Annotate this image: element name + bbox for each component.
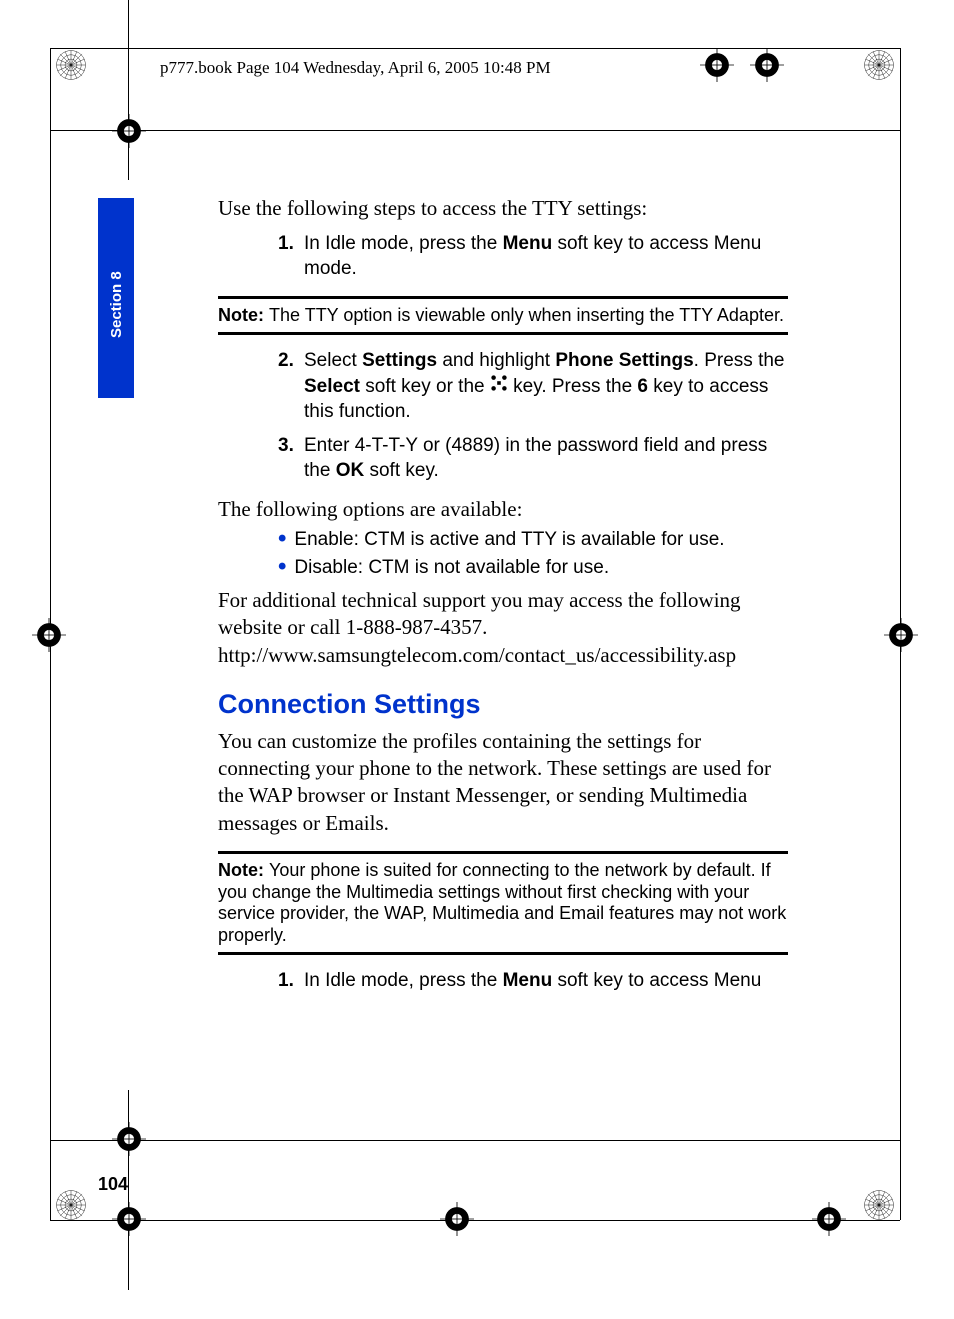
crop-inner-v2 — [128, 1090, 129, 1290]
step-number: 1. — [278, 969, 304, 994]
step-text: In Idle mode, press the Menu soft key to… — [304, 969, 761, 994]
registration-mark-icon — [112, 114, 146, 148]
step-c1: 1. In Idle mode, press the Menu soft key… — [218, 969, 788, 994]
sunburst-icon — [862, 48, 896, 82]
crop-inner-line-bottom — [50, 1140, 900, 1141]
step-number: 3. — [278, 434, 304, 483]
registration-mark-icon — [440, 1202, 474, 1236]
bullet-icon: • — [278, 557, 286, 577]
bullet-list: • Enable: CTM is active and TTY is avail… — [218, 529, 788, 579]
step-text: In Idle mode, press the Menu soft key to… — [304, 232, 788, 281]
step-text: Select Settings and highlight Phone Sett… — [304, 349, 788, 424]
step-3: 3. Enter 4-T-T-Y or (4889) in the passwo… — [218, 434, 788, 483]
step-number: 1. — [278, 232, 304, 281]
step-number: 2. — [278, 349, 304, 424]
sunburst-icon — [54, 48, 88, 82]
registration-mark-icon — [700, 48, 734, 82]
registration-mark-icon — [112, 1122, 146, 1156]
sunburst-icon — [54, 1188, 88, 1222]
section-heading: Connection Settings — [218, 689, 788, 720]
note-2: Note: Your phone is suited for connectin… — [218, 860, 788, 946]
step-1: 1. In Idle mode, press the Menu soft key… — [218, 232, 788, 281]
support-text: For additional technical support you may… — [218, 587, 788, 669]
crop-inner-line-top — [50, 130, 900, 131]
page-header: p777.book Page 104 Wednesday, April 6, 2… — [160, 58, 551, 78]
note-1: Note: The TTY option is viewable only wh… — [218, 305, 788, 327]
note-rule — [218, 952, 788, 955]
note-rule — [218, 332, 788, 335]
crop-line-bottom — [50, 1220, 900, 1221]
list-item: • Enable: CTM is active and TTY is avail… — [278, 529, 788, 551]
registration-mark-icon — [32, 618, 66, 652]
registration-mark-icon — [750, 48, 784, 82]
step-2: 2. Select Settings and highlight Phone S… — [218, 349, 788, 424]
registration-mark-icon — [112, 1202, 146, 1236]
intro-text: Use the following steps to access the TT… — [218, 195, 788, 222]
connection-paragraph: You can customize the profiles containin… — [218, 728, 788, 837]
crop-inner-v1 — [128, 0, 129, 180]
page-number: 104 — [98, 1174, 128, 1195]
page-content: Use the following steps to access the TT… — [218, 195, 788, 994]
bullet-icon: • — [278, 529, 286, 549]
options-intro: The following options are available: — [218, 496, 788, 523]
nav-key-icon — [490, 374, 508, 400]
registration-mark-icon — [812, 1202, 846, 1236]
note-rule — [218, 296, 788, 299]
section-tab-label: Section 8 — [108, 271, 125, 338]
sunburst-icon — [862, 1188, 896, 1222]
list-item: • Disable: CTM is not available for use. — [278, 557, 788, 579]
section-tab: Section 8 — [98, 198, 134, 398]
step-text: Enter 4-T-T-Y or (4889) in the password … — [304, 434, 788, 483]
registration-mark-icon — [884, 618, 918, 652]
note-rule — [218, 851, 788, 854]
